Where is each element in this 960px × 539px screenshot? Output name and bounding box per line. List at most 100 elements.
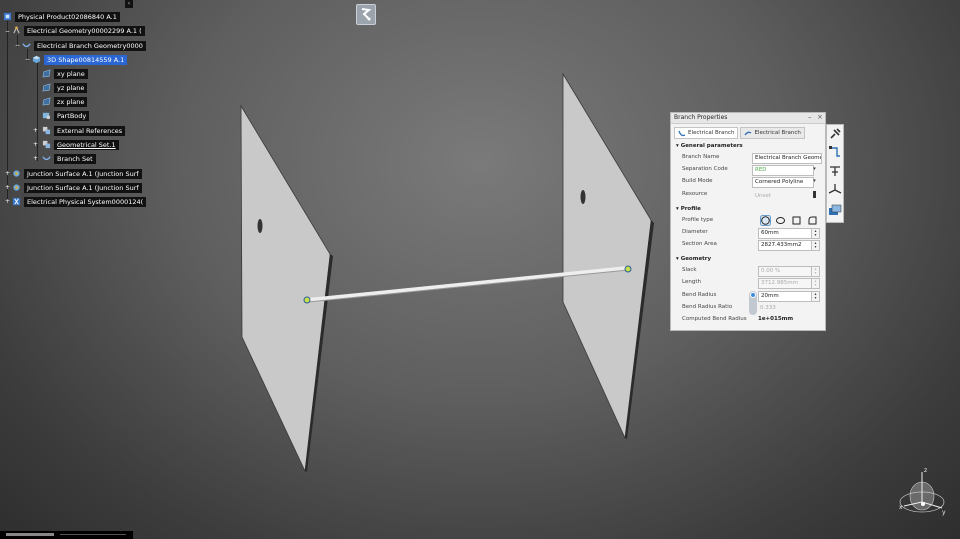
tree-node-zx-plane[interactable]: zx plane — [42, 96, 88, 107]
section-area-field[interactable]: 2827.433mm2 — [758, 240, 812, 251]
junction-surface-icon — [13, 170, 20, 177]
expand-toggle[interactable]: − — [5, 29, 10, 35]
profile-heading[interactable]: ▾ Profile — [676, 206, 701, 212]
plane-icon — [42, 97, 51, 106]
geometry-heading[interactable]: ▾ Geometry — [676, 256, 711, 262]
tree-node-partbody[interactable]: PartBody — [42, 110, 90, 121]
tree-node-label: Junction Surface A.1 (Junction Surf — [24, 182, 142, 193]
physical-system-icon — [12, 197, 21, 206]
plug-icon[interactable] — [828, 127, 842, 141]
plane-icon — [42, 69, 51, 78]
length-spinner[interactable]: ▴ ▾ — [811, 278, 820, 289]
slack-spinner[interactable]: ▴ ▾ — [811, 266, 820, 277]
left-plate-hole — [257, 219, 263, 233]
bend-radius-field[interactable]: 20mm — [758, 291, 812, 302]
tab-electrical-branch[interactable]: Electrical Branch — [674, 127, 739, 139]
axis-icon[interactable] — [828, 183, 842, 197]
branch-name-label: Branch Name — [682, 154, 720, 160]
product-icon — [3, 12, 12, 21]
length-field[interactable]: 3712.985mm — [758, 278, 812, 289]
split-icon[interactable] — [828, 164, 842, 178]
circle-profile-icon[interactable] — [760, 215, 771, 226]
tree-node-label: Geometrical Set.1 — [54, 139, 119, 150]
separation-code-label: Separation Code — [682, 166, 728, 172]
tree-node-label: PartBody — [54, 110, 90, 121]
branch-geometry-icon — [22, 43, 31, 48]
slack-label: Slack — [682, 267, 697, 273]
bend-radius-label: Bend Radius — [682, 292, 717, 298]
wire-icon — [361, 8, 372, 21]
tree-node-3d-shape[interactable]: 3D Shape00814559 A.1 — [32, 54, 128, 65]
tree-node-junction-surface-1[interactable]: Junction Surface A.1 (Junction Surf — [12, 168, 142, 179]
branch-name-field[interactable]: Electrical Branch Geome — [752, 153, 822, 164]
tree-node-electrical-physical-system[interactable]: Electrical Physical System0000124( — [12, 196, 147, 207]
right-plate[interactable] — [562, 72, 652, 440]
right-plate-hole — [580, 190, 586, 204]
chevron-down-icon[interactable]: ▾ — [811, 177, 818, 186]
tree-node-geometrical-set[interactable]: Geometrical Set.1 — [42, 139, 119, 150]
tree-node-xy-plane[interactable]: xy plane — [42, 68, 88, 79]
tree-node-external-references[interactable]: External References — [42, 125, 126, 136]
expand-toggle[interactable]: + — [5, 199, 10, 205]
tree-node-label: External References — [54, 125, 126, 136]
chevron-down-icon[interactable]: ▾ — [811, 165, 818, 174]
toggle-knob — [750, 292, 756, 298]
flat-profile-icon[interactable] — [808, 216, 817, 225]
diameter-spinner[interactable]: ▴ ▾ — [811, 228, 820, 239]
geometry-set-icon[interactable] — [828, 203, 842, 217]
expand-toggle[interactable]: + — [33, 128, 38, 134]
tab-electrical-branch-2[interactable]: Electrical Branch — [740, 127, 805, 139]
tree-node-label: zx plane — [54, 96, 88, 107]
minimize-button[interactable]: – — [808, 113, 812, 122]
bend-radius-ratio-field[interactable]: 0.333 — [760, 305, 776, 311]
section-area-spinner[interactable]: ▴ ▾ — [811, 240, 820, 251]
resource-label: Resource — [682, 191, 708, 197]
expand-toggle[interactable]: + — [33, 142, 38, 148]
tree-node-branch-set[interactable]: Branch Set — [42, 153, 96, 164]
tree-node-physical-product[interactable]: Physical Product02086840 A.1 — [3, 11, 120, 22]
build-mode-select[interactable]: Cornered Polyline — [752, 177, 814, 188]
computed-bend-radius-label: Computed Bend Radius — [682, 316, 747, 322]
rectangle-profile-icon[interactable] — [792, 216, 801, 225]
tree-node-label: Junction Surface A.1 (Junction Surf — [24, 168, 142, 179]
ellipse-profile-icon[interactable] — [776, 216, 785, 225]
tree-node-junction-surface-2[interactable]: Junction Surface A.1 (Junction Surf — [12, 182, 142, 193]
bend-radius-toggle[interactable] — [749, 291, 757, 315]
general-parameters-heading[interactable]: ▾ General parameters — [676, 143, 743, 149]
compass-x-label: x — [899, 504, 903, 511]
length-label: Length — [682, 279, 701, 285]
shape-icon — [32, 55, 41, 64]
electrical-geometry-icon — [13, 26, 20, 34]
expand-toggle[interactable]: − — [25, 57, 30, 63]
left-plate[interactable] — [240, 104, 331, 473]
geometrical-set-icon — [42, 140, 51, 149]
tree-horizontal-scrollbar[interactable] — [0, 531, 133, 539]
separation-code-select[interactable]: RED — [752, 165, 814, 176]
tree-node-electrical-geometry[interactable]: Electrical Geometry00002299 A.1 ( — [12, 25, 145, 36]
branch-end-point[interactable] — [624, 265, 632, 273]
expand-toggle[interactable]: + — [33, 156, 38, 162]
close-button[interactable]: × — [817, 113, 823, 122]
route-icon[interactable] — [828, 145, 842, 159]
tree-node-label: Electrical Physical System0000124( — [24, 196, 147, 207]
expand-toggle[interactable]: + — [5, 185, 10, 191]
diameter-field[interactable]: 60mm — [758, 228, 812, 239]
references-icon — [42, 126, 51, 135]
partbody-icon — [42, 112, 51, 120]
branch-start-point[interactable] — [303, 296, 311, 304]
specification-tree: ‹ Physical Product02086840 A.1 − Electri… — [0, 0, 147, 539]
tree-collapse-button[interactable]: ‹ — [125, 0, 133, 8]
compass-y-label: y — [942, 509, 946, 516]
expand-toggle[interactable]: + — [5, 171, 10, 177]
bend-radius-spinner[interactable]: ▴ ▾ — [811, 291, 820, 302]
resource-pick-icon[interactable] — [811, 190, 818, 199]
compass-widget[interactable]: z x y — [890, 466, 954, 526]
expand-toggle[interactable]: − — [15, 43, 20, 49]
panel-title-text: Branch Properties — [674, 114, 728, 121]
tree-node-electrical-branch-geometry[interactable]: Electrical Branch Geometry0000 — [22, 40, 146, 51]
slack-field[interactable]: 0.00 % — [758, 266, 812, 277]
wire-tool-button[interactable] — [356, 4, 376, 25]
panel-tabs: Electrical Branch Electrical Branch — [674, 127, 805, 139]
tree-node-yz-plane[interactable]: yz plane — [42, 82, 88, 93]
scrollbar-thumb[interactable] — [6, 533, 54, 536]
